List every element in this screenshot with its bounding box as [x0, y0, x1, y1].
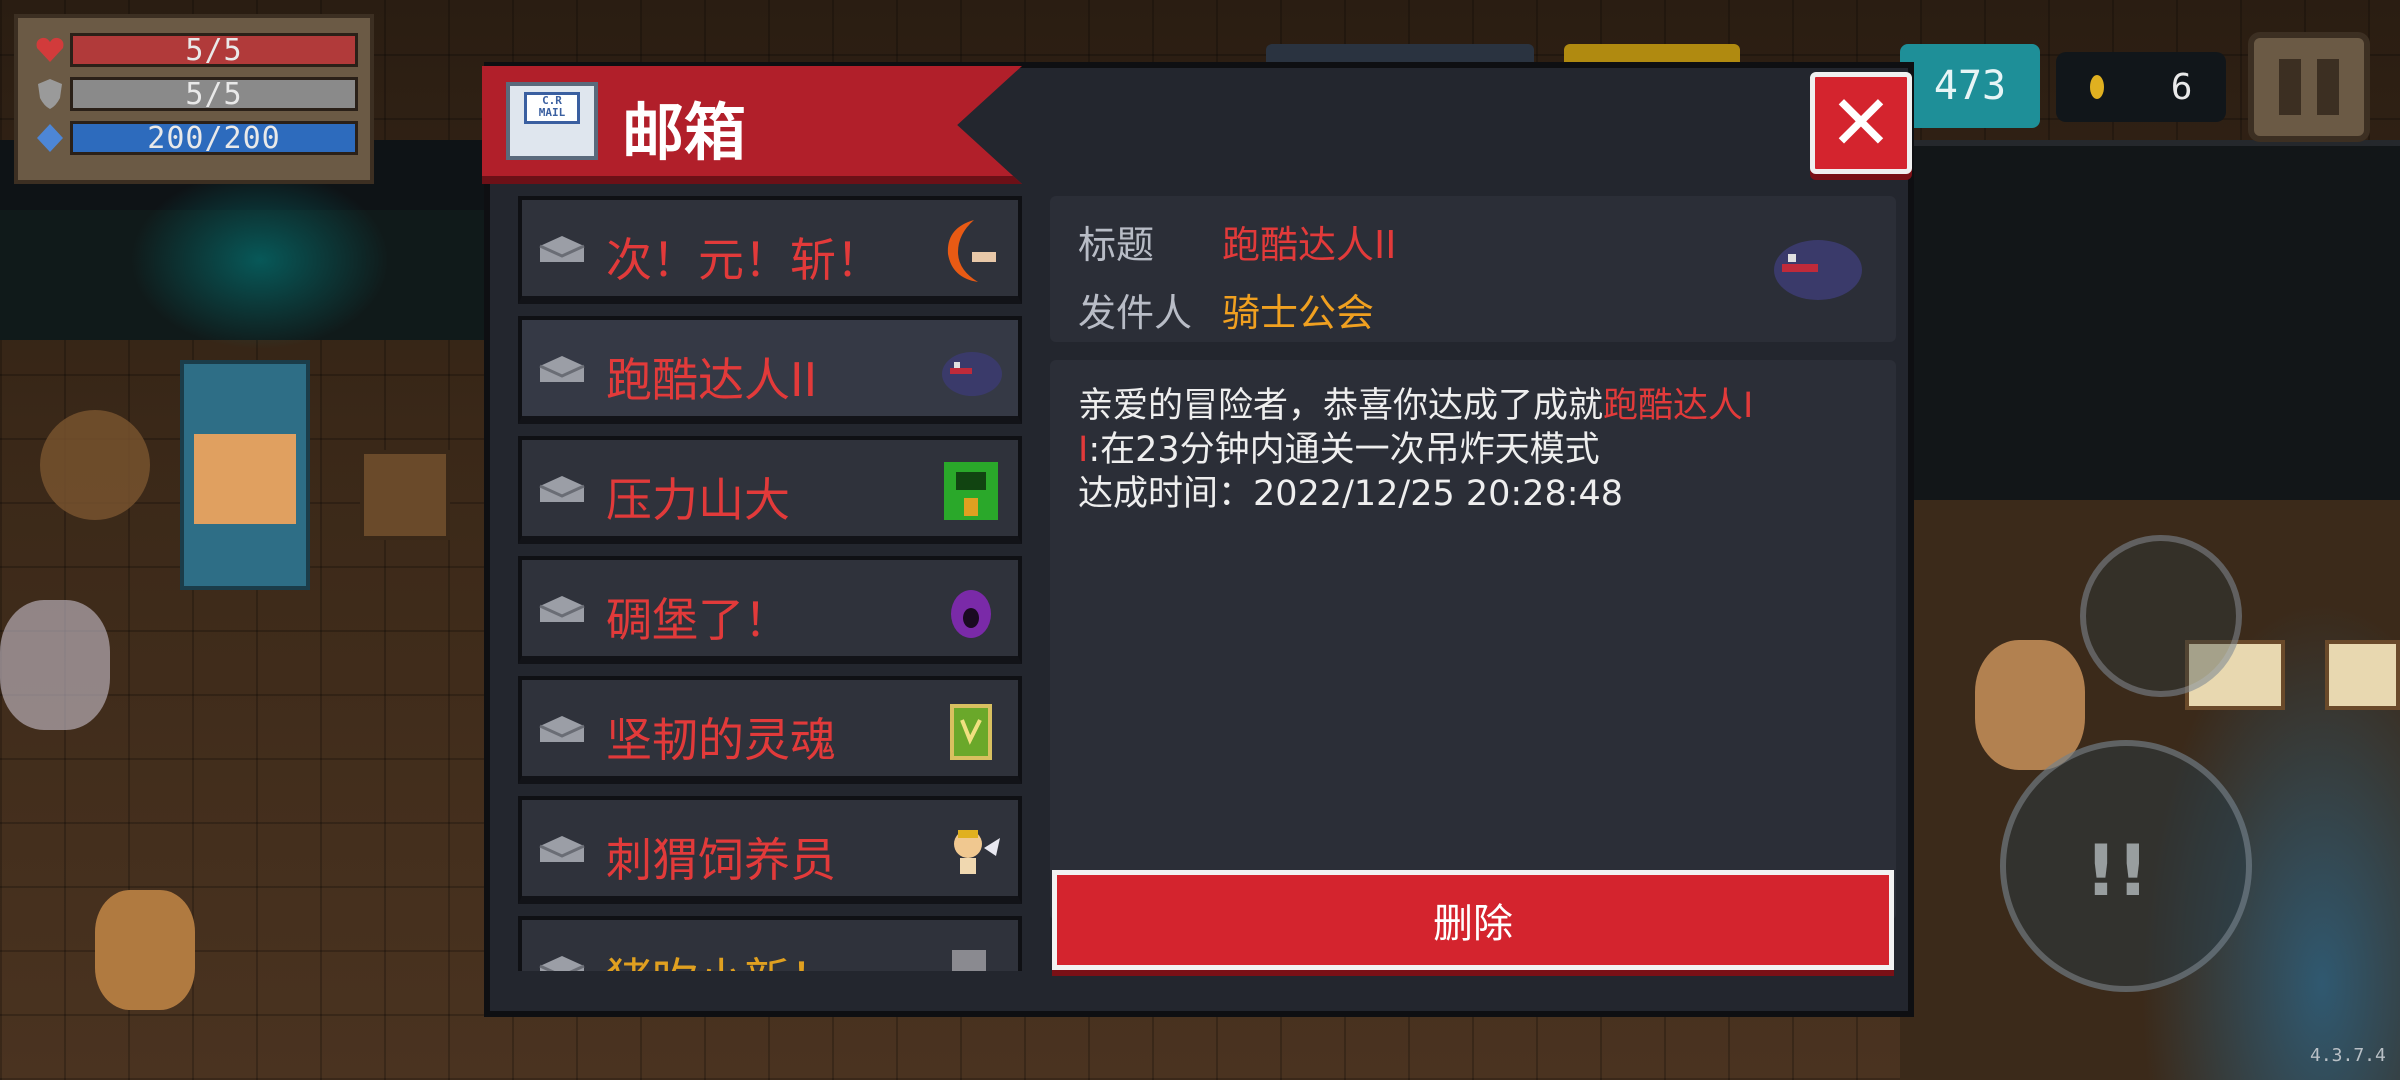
- opened-mail-icon: [539, 356, 585, 382]
- mail-body-line-2: I:在23分钟内通关一次吊炸天模式: [1078, 428, 1868, 472]
- achievement-name: 跑酷达人I: [1603, 386, 1754, 426]
- opened-mail-icon: [539, 716, 585, 742]
- coin-counter: 6: [2056, 52, 2226, 122]
- green-boss-icon: [944, 462, 998, 520]
- armor-bar: 5/5: [70, 77, 358, 112]
- vending-machine: [180, 360, 310, 590]
- wall-sign-2: [2325, 640, 2400, 710]
- npc-hat: [40, 410, 150, 520]
- gray-cat-icon: [952, 950, 986, 971]
- mail-body-line-1: 亲爱的冒险者，恭喜你达成了成就跑酷达人I: [1078, 384, 1868, 428]
- envelope-tag: C.R MAIL: [524, 92, 580, 124]
- mail-item-0[interactable]: 次！元！斩！: [518, 196, 1022, 304]
- opened-mail-icon: [539, 836, 585, 862]
- mail-item-2[interactable]: 压力山大: [518, 436, 1022, 544]
- mail-item-5[interactable]: 刺猬饲养员: [518, 796, 1022, 904]
- mailbox-header: C.R MAIL 邮箱: [482, 66, 1022, 184]
- crescent-blade-icon: [947, 220, 996, 282]
- npc-girl: [1975, 640, 2085, 770]
- opened-mail-icon: [539, 596, 585, 622]
- mail-item-1[interactable]: 跑酷达人II: [518, 316, 1022, 424]
- pause-icon-bar: [2317, 59, 2339, 115]
- achievement-name-end: I: [1078, 430, 1089, 470]
- mail-item-label: 猪吹小新！: [606, 944, 836, 971]
- purple-creature-icon: [951, 590, 991, 638]
- player-stats-panel: 5/5 5/5 200/200: [14, 14, 374, 184]
- hp-row: 5/5: [30, 28, 358, 72]
- wooden-crate: [360, 450, 450, 540]
- opened-mail-icon: [539, 236, 585, 262]
- green-book-icon: [950, 704, 992, 760]
- opened-mail-icon: [539, 956, 585, 971]
- title-field-value: 跑酷达人II: [1222, 223, 1397, 267]
- mail-item-3[interactable]: 碉堡了！: [518, 556, 1022, 664]
- npc-robot: [0, 600, 110, 730]
- mail-item-label: 压力山大: [606, 473, 790, 527]
- mail-list[interactable]: 次！元！斩！ 跑酷达人II 压力山大 碉堡了！ 坚韧的灵魂 刺猬饲养员: [518, 196, 1022, 971]
- sender-field-label: 发件人: [1078, 291, 1193, 335]
- mail-item-4[interactable]: 坚韧的灵魂: [518, 676, 1022, 784]
- mail-item-label: 刺猬饲养员: [606, 833, 836, 887]
- mailbox-title: 邮箱: [622, 96, 747, 169]
- energy-crystal-icon: [30, 121, 70, 155]
- version-label: 4.3.7.4: [2310, 1045, 2386, 1066]
- skill-button[interactable]: [2080, 535, 2242, 697]
- mailbox-dialog: C.R MAIL 邮箱 ✕ 次！元！斩！ 跑酷达人II 压力山大 碉堡了！ 坚韧…: [482, 62, 1914, 1017]
- mail-item-label: 碉堡了！: [606, 593, 790, 647]
- cupid-icon: [954, 830, 1000, 874]
- mail-detail-body: 亲爱的冒险者，恭喜你达成了成就跑酷达人I I:在23分钟内通关一次吊炸天模式 达…: [1050, 360, 1896, 920]
- pause-button[interactable]: [2248, 32, 2370, 142]
- mail-body-text: 亲爱的冒险者，恭喜你达成了成就: [1078, 386, 1604, 426]
- close-icon: ✕: [1829, 78, 1893, 167]
- coin-icon: [2089, 75, 2104, 99]
- mail-item-label: 跑酷达人II: [606, 353, 818, 407]
- shadow-beast-icon: [1774, 240, 1862, 300]
- achievement-time: 达成时间：2022/12/25 20:28:48: [1078, 474, 1624, 514]
- energy-row: 200/200: [30, 116, 358, 160]
- teleporter-glow: [130, 170, 390, 350]
- hp-bar: 5/5: [70, 33, 358, 68]
- opened-mail-icon: [539, 476, 585, 502]
- delete-button[interactable]: 删除: [1052, 870, 1894, 970]
- mail-item-label: 次！元！斩！: [606, 233, 882, 287]
- mailbox-envelope-icon: C.R MAIL: [506, 82, 598, 160]
- close-button[interactable]: ✕: [1810, 72, 1912, 174]
- npc-pet: [95, 890, 195, 1010]
- sender-field-value: 骑士公会: [1222, 291, 1375, 335]
- attack-icon: !!: [2085, 830, 2149, 912]
- right-room-wall: [1900, 140, 2400, 506]
- energy-bar: 200/200: [70, 121, 358, 156]
- shield-icon: [30, 77, 70, 111]
- heart-icon: [30, 33, 70, 67]
- coin-count: 6: [2170, 66, 2193, 108]
- armor-row: 5/5: [30, 72, 358, 116]
- mail-detail-header: 标题 跑酷达人II 发件人 骑士公会: [1050, 196, 1896, 342]
- achievement-description: :在23分钟内通关一次吊炸天模式: [1088, 430, 1600, 470]
- title-field-label: 标题: [1078, 223, 1155, 267]
- shadow-beast-icon: [942, 352, 1002, 396]
- gem-counter: 473: [1900, 44, 2040, 128]
- mail-item-6[interactable]: 猪吹小新！: [518, 916, 1022, 971]
- pause-icon: [2279, 59, 2301, 115]
- mail-item-label: 坚韧的灵魂: [606, 713, 836, 767]
